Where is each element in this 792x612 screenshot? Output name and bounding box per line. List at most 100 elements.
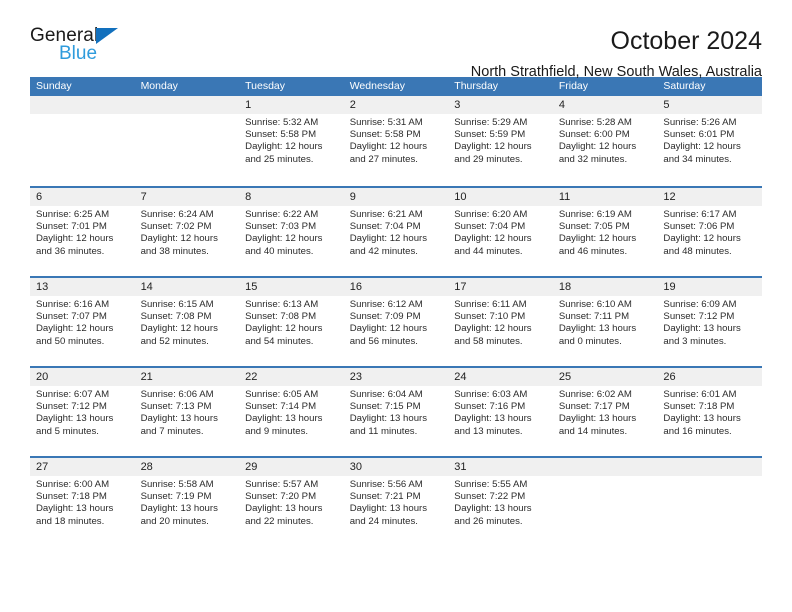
day-info-line: and 42 minutes. <box>349 245 418 257</box>
calendar-week-row: 27 Sunrise: 6:00 AM Sunset: 7:18 PM Dayligh… <box>30 456 762 546</box>
day-sun-info: Sunrise: 5:26 AM Sunset: 6:01 PM Daylight:… <box>663 114 756 166</box>
calendar-day-cell[interactable]: 17 Sunrise: 6:11 AM Sunset: 7:10 PM Dayligh… <box>448 278 553 366</box>
calendar-day-cell[interactable]: 30 Sunrise: 5:56 AM Sunset: 7:21 PM Dayligh… <box>344 458 449 546</box>
day-info-line: Daylight: 12 hours <box>663 141 741 153</box>
day-info-line: and 56 minutes. <box>349 335 418 347</box>
day-info-line: Daylight: 12 hours <box>663 233 741 245</box>
calendar-day-cell[interactable]: 31 Sunrise: 5:55 AM Sunset: 7:22 PM Dayligh… <box>448 458 553 546</box>
day-info-line: and 3 minutes. <box>663 335 727 347</box>
calendar-day-cell[interactable]: 1 Sunrise: 5:32 AM Sunset: 5:58 PM Daylight… <box>239 96 344 186</box>
day-info-line: Sunrise: 6:21 AM <box>349 209 423 220</box>
day-sun-info: Sunrise: 5:58 AM Sunset: 7:19 PM Daylight:… <box>141 476 234 528</box>
calendar-day-cell[interactable]: 16 Sunrise: 6:12 AM Sunset: 7:09 PM Dayligh… <box>344 278 449 366</box>
day-number: 20 <box>36 371 49 383</box>
day-info-line: Sunrise: 6:06 AM <box>140 389 214 400</box>
day-info-line: Sunrise: 5:58 AM <box>140 479 214 490</box>
day-info-line: Sunrise: 6:12 AM <box>349 299 423 310</box>
day-info-line: Daylight: 13 hours <box>663 323 741 335</box>
day-info-line: Sunrise: 6:05 AM <box>245 389 319 400</box>
calendar-day-cell[interactable]: 19 Sunrise: 6:09 AM Sunset: 7:12 PM Dayligh… <box>657 278 762 366</box>
day-info-line: Sunset: 7:12 PM <box>663 311 735 323</box>
day-info-line: and 25 minutes. <box>245 153 314 165</box>
day-info-line: Sunset: 7:01 PM <box>36 221 107 233</box>
calendar-day-cell[interactable]: 23 Sunrise: 6:04 AM Sunset: 7:15 PM Dayligh… <box>344 368 449 456</box>
day-info-line: Sunrise: 5:26 AM <box>663 117 737 128</box>
day-info-line: Daylight: 13 hours <box>36 413 114 425</box>
calendar-day-cell[interactable]: 6 Sunrise: 6:25 AM Sunset: 7:01 PM Daylight… <box>30 188 135 276</box>
weekday-header-monday: Monday <box>140 80 178 92</box>
calendar-day-cell[interactable]: 29 Sunrise: 5:57 AM Sunset: 7:20 PM Dayligh… <box>239 458 344 546</box>
day-info-line: and 24 minutes. <box>349 515 418 527</box>
day-number: 6 <box>36 191 43 203</box>
calendar-day-cell[interactable]: 28 Sunrise: 5:58 AM Sunset: 7:19 PM Dayligh… <box>135 458 240 546</box>
day-sun-info: Sunrise: 6:19 AM Sunset: 7:05 PM Daylight:… <box>559 206 652 258</box>
day-info-line: Daylight: 13 hours <box>36 503 114 515</box>
day-number: 24 <box>454 371 467 383</box>
calendar-day-cell[interactable]: 27 Sunrise: 6:00 AM Sunset: 7:18 PM Dayligh… <box>30 458 135 546</box>
day-number: 10 <box>454 191 467 203</box>
day-number: 26 <box>663 371 676 383</box>
day-info-line: Sunset: 7:21 PM <box>349 491 421 503</box>
day-info-line: Sunrise: 5:57 AM <box>245 479 319 490</box>
calendar-day-cell[interactable]: 9 Sunrise: 6:21 AM Sunset: 7:04 PM Daylight… <box>344 188 449 276</box>
day-number: 13 <box>36 281 49 293</box>
calendar-day-cell[interactable]: 26 Sunrise: 6:01 AM Sunset: 7:18 PM Dayligh… <box>657 368 762 456</box>
day-info-line: Sunrise: 5:31 AM <box>349 117 423 128</box>
calendar-day-cell[interactable]: 4 Sunrise: 5:28 AM Sunset: 6:00 PM Daylight… <box>553 96 658 186</box>
day-info-line: Daylight: 12 hours <box>245 323 323 335</box>
calendar-day-cell[interactable]: 11 Sunrise: 6:19 AM Sunset: 7:05 PM Dayligh… <box>553 188 658 276</box>
day-info-line: Sunset: 7:09 PM <box>349 311 421 323</box>
day-sun-info <box>559 476 652 479</box>
day-info-line: Sunrise: 6:25 AM <box>36 209 110 220</box>
calendar-day-cell[interactable]: 21 Sunrise: 6:06 AM Sunset: 7:13 PM Dayligh… <box>135 368 240 456</box>
day-sun-info: Sunrise: 5:57 AM Sunset: 7:20 PM Daylight:… <box>245 476 338 528</box>
calendar-day-cell[interactable]: 13 Sunrise: 6:16 AM Sunset: 7:07 PM Dayligh… <box>30 278 135 366</box>
day-info-line: Daylight: 13 hours <box>245 413 323 425</box>
day-sun-info <box>36 114 129 117</box>
day-info-line: and 18 minutes. <box>36 515 105 527</box>
day-info-line: Sunrise: 5:29 AM <box>454 117 528 128</box>
calendar-day-cell[interactable]: 20 Sunrise: 6:07 AM Sunset: 7:12 PM Dayligh… <box>30 368 135 456</box>
day-info-line: Sunset: 7:04 PM <box>349 221 421 233</box>
day-number: 21 <box>140 371 153 383</box>
day-number: 11 <box>558 191 571 203</box>
calendar-day-cell[interactable]: 18 Sunrise: 6:10 AM Sunset: 7:11 PM Dayligh… <box>553 278 658 366</box>
day-info-line: Daylight: 12 hours <box>36 323 114 335</box>
day-info-line: Sunset: 7:08 PM <box>140 311 212 323</box>
day-info-line: Sunset: 7:20 PM <box>245 491 317 503</box>
day-info-line: and 36 minutes. <box>36 245 105 257</box>
day-number <box>141 96 234 114</box>
day-sun-info: Sunrise: 6:16 AM Sunset: 7:07 PM Daylight:… <box>36 296 129 348</box>
calendar-day-cell[interactable]: 7 Sunrise: 6:24 AM Sunset: 7:02 PM Daylight… <box>135 188 240 276</box>
calendar-day-cell[interactable]: 22 Sunrise: 6:05 AM Sunset: 7:14 PM Dayligh… <box>239 368 344 456</box>
day-info-line: and 27 minutes. <box>349 153 418 165</box>
day-sun-info <box>141 114 234 117</box>
day-number: 7 <box>140 191 147 203</box>
general-blue-logo[interactable]: General Blue <box>30 26 150 72</box>
weekday-header-tuesday: Tuesday <box>245 80 286 92</box>
day-sun-info: Sunrise: 6:04 AM Sunset: 7:15 PM Daylight:… <box>350 386 443 438</box>
day-info-line: Daylight: 12 hours <box>349 141 428 153</box>
day-info-line: and 40 minutes. <box>245 245 314 257</box>
calendar-day-cell[interactable]: 10 Sunrise: 6:20 AM Sunset: 7:04 PM Dayligh… <box>448 188 553 276</box>
calendar-day-cell[interactable]: 8 Sunrise: 6:22 AM Sunset: 7:03 PM Daylight… <box>239 188 344 276</box>
calendar-day-cell[interactable]: 25 Sunrise: 6:02 AM Sunset: 7:17 PM Dayligh… <box>553 368 658 456</box>
calendar-day-cell[interactable]: 14 Sunrise: 6:15 AM Sunset: 7:08 PM Dayligh… <box>135 278 240 366</box>
calendar-day-cell[interactable]: 24 Sunrise: 6:03 AM Sunset: 7:16 PM Dayligh… <box>448 368 553 456</box>
calendar-day-cell[interactable]: 12 Sunrise: 6:17 AM Sunset: 7:06 PM Dayligh… <box>657 188 762 276</box>
day-info-line: Daylight: 12 hours <box>245 141 323 153</box>
calendar-day-cell[interactable]: 2 Sunrise: 5:31 AM Sunset: 5:58 PM Daylight… <box>344 96 449 186</box>
day-sun-info: Sunrise: 6:24 AM Sunset: 7:02 PM Daylight:… <box>141 206 234 258</box>
day-info-line: Sunrise: 5:28 AM <box>558 117 632 128</box>
calendar-day-cell[interactable]: 15 Sunrise: 6:13 AM Sunset: 7:08 PM Dayligh… <box>239 278 344 366</box>
day-info-line: Sunset: 5:59 PM <box>454 129 526 141</box>
day-sun-info: Sunrise: 6:10 AM Sunset: 7:11 PM Daylight:… <box>559 296 652 348</box>
day-info-line: and 48 minutes. <box>663 245 732 257</box>
day-info-line: Sunset: 7:12 PM <box>36 401 107 413</box>
day-info-line: and 16 minutes. <box>663 425 732 437</box>
calendar-day-cell[interactable]: 3 Sunrise: 5:29 AM Sunset: 5:59 PM Daylight… <box>448 96 553 186</box>
calendar-day-cell[interactable]: 5 Sunrise: 5:26 AM Sunset: 6:01 PM Daylight… <box>657 96 762 186</box>
day-info-line: Sunrise: 6:04 AM <box>349 389 423 400</box>
day-info-line: Sunrise: 6:01 AM <box>663 389 737 400</box>
day-info-line: Sunset: 7:17 PM <box>558 401 630 413</box>
